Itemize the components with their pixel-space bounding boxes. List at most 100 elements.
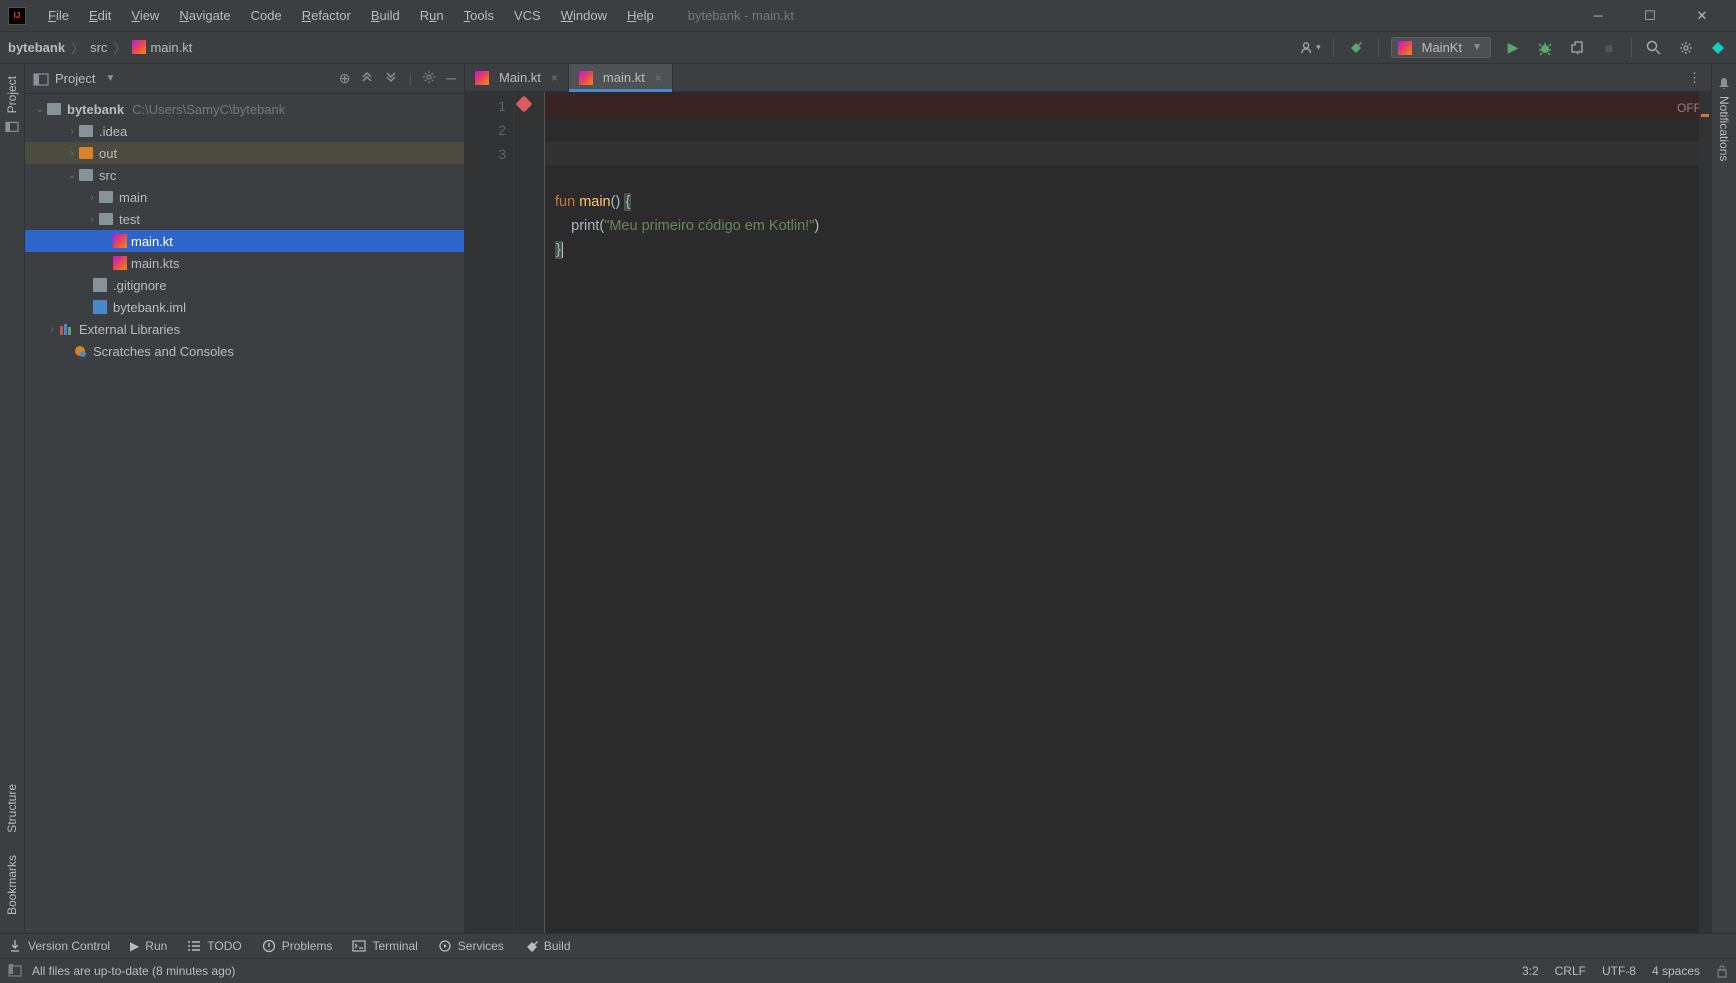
inspection-widget[interactable]: OFF xyxy=(1677,96,1701,120)
debug-button[interactable] xyxy=(1535,38,1555,58)
status-message: All files are up-to-date (8 minutes ago) xyxy=(32,964,235,978)
kotlin-icon xyxy=(1398,41,1412,55)
menu-help[interactable]: Help xyxy=(617,4,664,27)
editor-body[interactable]: 1 2 3 fun main() { print("Meu primeiro c… xyxy=(465,92,1711,933)
expander-icon[interactable]: › xyxy=(45,324,59,335)
right-tool-stripe: Notifications xyxy=(1711,64,1736,933)
tree-folder-src[interactable]: ⌄ src xyxy=(25,164,464,186)
more-tabs-icon[interactable]: ⋮ xyxy=(1678,70,1711,86)
close-tab-icon[interactable]: × xyxy=(655,71,662,85)
build-tool-button[interactable]: Build xyxy=(524,939,571,953)
run-coverage-button[interactable] xyxy=(1567,38,1587,58)
menu-view[interactable]: View xyxy=(121,4,169,27)
stop-button[interactable]: ■ xyxy=(1599,38,1619,58)
caret-position[interactable]: 3:2 xyxy=(1522,964,1539,978)
structure-tool-tab[interactable]: Structure xyxy=(1,776,23,841)
menu-navigate[interactable]: Navigate xyxy=(169,4,240,27)
terminal-tool-button[interactable]: Terminal xyxy=(352,939,417,953)
title-bar: FFileile Edit View Navigate Code Refacto… xyxy=(0,0,1736,32)
run-config-name: MainKt xyxy=(1422,40,1462,55)
indent-info[interactable]: 4 spaces xyxy=(1652,964,1700,978)
menu-run[interactable]: Run xyxy=(410,4,454,27)
jetbrains-toolbox-icon[interactable] xyxy=(1708,38,1728,58)
tree-root[interactable]: ⌄ bytebank C:\Users\SamyC\bytebank xyxy=(25,98,464,120)
maximize-button[interactable]: ☐ xyxy=(1632,4,1668,28)
status-tool-windows-icon[interactable] xyxy=(8,964,22,978)
expander-icon[interactable]: ⌄ xyxy=(65,170,79,181)
editor-tab-main-kt-2[interactable]: main.kt × xyxy=(569,64,673,91)
vcs-tool-button[interactable]: Version Control xyxy=(8,939,110,953)
tree-folder-test[interactable]: › test xyxy=(25,208,464,230)
panel-settings-icon[interactable] xyxy=(422,70,436,87)
menu-file[interactable]: FFileile xyxy=(38,4,79,27)
tree-file-main-kts[interactable]: · main.kts xyxy=(25,252,464,274)
run-button[interactable]: ▶ xyxy=(1503,38,1523,58)
expander-icon[interactable]: › xyxy=(65,126,79,137)
breakpoint-icon[interactable] xyxy=(516,96,533,113)
menu-window[interactable]: Window xyxy=(551,4,617,27)
breakpoint-gutter[interactable] xyxy=(515,92,533,933)
bookmarks-tool-tab[interactable]: Bookmarks xyxy=(1,847,23,923)
main-layout: Project Structure Bookmarks Project ▼ ⊕ xyxy=(0,64,1736,933)
kotlin-file-icon xyxy=(132,40,146,54)
tree-file-main-kt[interactable]: · main.kt xyxy=(25,230,464,252)
run-config-selector[interactable]: MainKt ▼ xyxy=(1391,37,1491,58)
warning-marker[interactable] xyxy=(1701,114,1709,117)
line-separator[interactable]: CRLF xyxy=(1555,964,1586,978)
expander-icon[interactable]: › xyxy=(85,192,99,203)
tree-scratches[interactable]: · Scratches and Consoles xyxy=(25,340,464,362)
minimize-button[interactable]: ─ xyxy=(1580,4,1616,28)
search-icon[interactable] xyxy=(1644,38,1664,58)
crumb-src[interactable]: src xyxy=(90,40,107,55)
run-tool-button[interactable]: ▶Run xyxy=(130,939,167,953)
select-opened-file-icon[interactable]: ⊕ xyxy=(339,70,351,87)
code-editor[interactable]: fun main() { print("Meu primeiro código … xyxy=(545,92,1711,933)
collapse-all-icon[interactable] xyxy=(384,70,398,87)
tree-folder-main[interactable]: › main xyxy=(25,186,464,208)
toolbar-right: ▾ MainKt ▼ ▶ ■ xyxy=(1301,37,1728,58)
todo-tool-button[interactable]: TODO xyxy=(187,939,241,953)
crumb-file[interactable]: main.kt xyxy=(132,40,192,55)
folder-icon xyxy=(99,213,113,225)
add-user-icon[interactable]: ▾ xyxy=(1301,38,1321,58)
project-tool-tab[interactable]: Project xyxy=(1,68,23,141)
menu-refactor[interactable]: Refactor xyxy=(292,4,361,27)
chevron-right-icon: 〉 xyxy=(113,38,126,57)
tree-external-libraries[interactable]: › External Libraries xyxy=(25,318,464,340)
hide-panel-icon[interactable]: ─ xyxy=(446,70,456,87)
separator xyxy=(1378,39,1379,57)
tree-folder-idea[interactable]: › .idea xyxy=(25,120,464,142)
menu-build[interactable]: Build xyxy=(361,4,410,27)
tree-file-iml[interactable]: · bytebank.iml xyxy=(25,296,464,318)
excluded-folder-icon xyxy=(79,147,93,159)
readonly-lock-icon[interactable] xyxy=(1716,964,1728,978)
problems-tool-button[interactable]: Problems xyxy=(262,939,333,953)
services-tool-button[interactable]: Services xyxy=(438,939,504,953)
crumb-project[interactable]: bytebank xyxy=(8,40,65,55)
menu-tools[interactable]: Tools xyxy=(454,4,504,27)
window-controls: ─ ☐ ✕ xyxy=(1580,4,1728,28)
breakpoint-line-highlight xyxy=(545,94,1711,118)
tree-file-gitignore[interactable]: · .gitignore xyxy=(25,274,464,296)
fold-gutter[interactable] xyxy=(533,92,545,933)
settings-icon[interactable] xyxy=(1676,38,1696,58)
build-hammer-icon[interactable] xyxy=(1346,38,1366,58)
file-encoding[interactable]: UTF-8 xyxy=(1602,964,1636,978)
expander-icon[interactable]: ⌄ xyxy=(33,104,47,115)
project-panel-title[interactable]: Project ▼ xyxy=(33,71,115,86)
tree-folder-out[interactable]: › out xyxy=(25,142,464,164)
expander-icon[interactable]: › xyxy=(85,214,99,225)
project-tree[interactable]: ⌄ bytebank C:\Users\SamyC\bytebank › .id… xyxy=(25,94,464,933)
close-tab-icon[interactable]: × xyxy=(551,71,558,85)
editor-tab-main-kt-1[interactable]: Main.kt × xyxy=(465,64,569,91)
expand-all-icon[interactable] xyxy=(360,70,374,87)
chevron-right-icon: 〉 xyxy=(71,38,84,57)
caret-line-highlight xyxy=(545,142,1711,166)
left-tool-stripe: Project Structure Bookmarks xyxy=(0,64,25,933)
menu-vcs[interactable]: VCS xyxy=(504,4,551,27)
menu-edit[interactable]: Edit xyxy=(79,4,121,27)
line-number-gutter: 1 2 3 xyxy=(465,92,515,933)
expander-icon[interactable]: › xyxy=(65,148,79,159)
close-button[interactable]: ✕ xyxy=(1684,4,1720,28)
menu-code[interactable]: Code xyxy=(241,4,292,27)
